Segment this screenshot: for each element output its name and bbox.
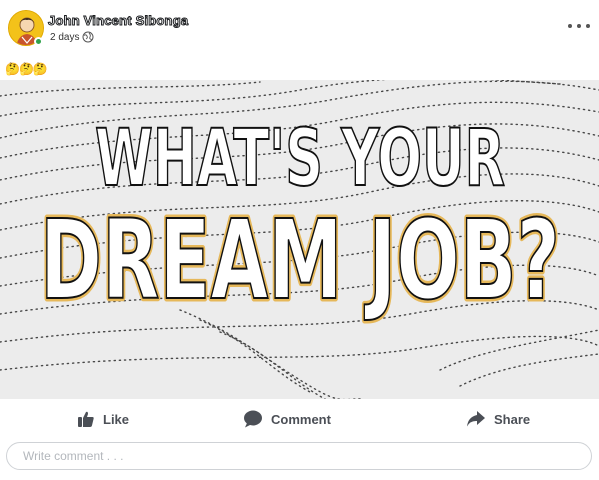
thumbs-up-icon — [77, 410, 95, 428]
post-image[interactable]: WHAT'S YOUR DREAM JOB? DREAM JOB? — [0, 80, 599, 399]
online-status-dot — [34, 37, 43, 46]
more-horizontal-icon[interactable] — [568, 19, 590, 33]
image-headline-line1: WHAT'S YOUR — [95, 114, 505, 204]
comment-label: Comment — [271, 411, 331, 427]
like-button[interactable]: Like — [77, 406, 129, 432]
like-label: Like — [103, 411, 130, 427]
share-arrow-icon — [466, 410, 486, 428]
comment-input[interactable] — [6, 442, 592, 470]
post-card: John Vincent Sibonga 2 days 🤔🤔🤔 WHAT'S Y… — [0, 0, 599, 480]
share-label: Share — [494, 411, 531, 427]
comment-bubble-icon — [243, 410, 263, 428]
comment-button[interactable]: Comment — [243, 406, 331, 432]
post-meta: 2 days — [50, 31, 94, 43]
post-text: 🤔🤔🤔 — [5, 62, 48, 76]
share-button[interactable]: Share — [466, 406, 530, 432]
image-headline-line2: DREAM JOB? — [40, 196, 560, 324]
action-bar: Like Comment Share — [0, 400, 599, 438]
globe-icon — [82, 31, 94, 43]
author-name[interactable]: John Vincent Sibonga — [47, 13, 188, 29]
post-timestamp[interactable]: 2 days — [50, 32, 79, 43]
post-header: John Vincent Sibonga 2 days — [0, 0, 599, 56]
